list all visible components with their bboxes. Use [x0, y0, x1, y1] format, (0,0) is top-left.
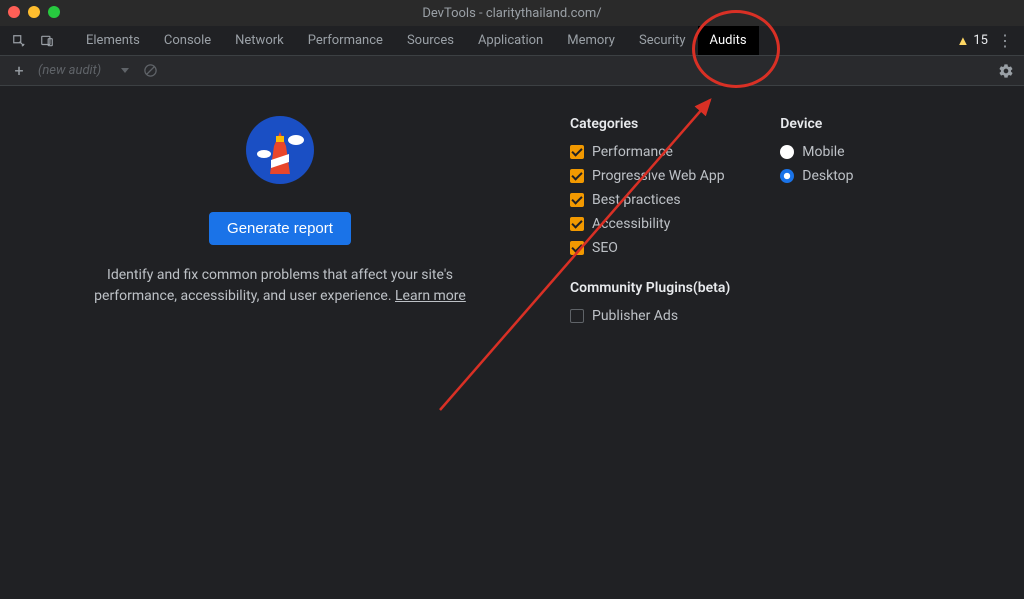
checkbox-icon [570, 193, 584, 207]
titlebar: DevTools - claritythailand.com/ [0, 0, 1024, 26]
tab-audits[interactable]: Audits [698, 26, 759, 55]
plugins-heading: Community Plugins(beta) [570, 280, 730, 296]
option-label: Publisher Ads [592, 308, 678, 324]
options-panel: Categories Performance Progressive Web A… [550, 106, 854, 579]
tab-security[interactable]: Security [627, 26, 698, 55]
new-audit-button[interactable]: + [10, 61, 28, 80]
chevron-down-icon [121, 68, 129, 73]
category-option-performance[interactable]: Performance [570, 144, 730, 160]
settings-gear-icon[interactable] [998, 63, 1014, 83]
desc-line-1: Identify and fix common problems that af… [107, 267, 453, 283]
more-menu-icon[interactable]: ⋮ [994, 30, 1016, 52]
learn-more-link[interactable]: Learn more [395, 288, 466, 304]
option-label: Performance [592, 144, 673, 160]
maximize-window-button[interactable] [48, 6, 60, 18]
generate-description: Identify and fix common problems that af… [94, 265, 466, 307]
category-option-seo[interactable]: SEO [570, 240, 730, 256]
window-controls [8, 6, 60, 18]
radio-icon [780, 145, 794, 159]
radio-icon [780, 169, 794, 183]
inspect-element-icon[interactable] [8, 30, 30, 52]
checkbox-icon [570, 217, 584, 231]
lighthouse-logo-icon [244, 114, 316, 186]
tab-application[interactable]: Application [466, 26, 555, 55]
option-label: Accessibility [592, 216, 670, 232]
warning-icon: ▲ [957, 33, 970, 49]
warnings-badge[interactable]: ▲ 15 [957, 33, 989, 49]
device-option-mobile[interactable]: Mobile [780, 144, 853, 160]
tab-console[interactable]: Console [152, 26, 223, 55]
checkbox-icon [570, 309, 584, 323]
device-option-desktop[interactable]: Desktop [780, 168, 853, 184]
window-title: DevTools - claritythailand.com/ [422, 6, 601, 21]
close-window-button[interactable] [8, 6, 20, 18]
device-column: Device Mobile Desktop [780, 116, 853, 579]
audits-toolbar: + (new audit) [0, 56, 1024, 86]
checkbox-icon [570, 169, 584, 183]
checkbox-icon [570, 145, 584, 159]
option-label: Best practices [592, 192, 681, 208]
generate-panel: Generate report Identify and fix common … [30, 106, 530, 579]
warnings-count: 15 [973, 33, 988, 48]
tab-performance[interactable]: Performance [296, 26, 395, 55]
option-label: Mobile [802, 144, 844, 160]
tab-elements[interactable]: Elements [74, 26, 152, 55]
category-option-best-practices[interactable]: Best practices [570, 192, 730, 208]
tabs-bar: Elements Console Network Performance Sou… [0, 26, 1024, 56]
devtools-tabs: Elements Console Network Performance Sou… [74, 26, 759, 55]
option-label: SEO [592, 240, 618, 256]
device-toggle-icon[interactable] [36, 30, 58, 52]
tab-network[interactable]: Network [223, 26, 296, 55]
category-option-accessibility[interactable]: Accessibility [570, 216, 730, 232]
categories-column: Categories Performance Progressive Web A… [570, 116, 730, 579]
desc-line-2: performance, accessibility, and user exp… [94, 288, 395, 304]
category-option-pwa[interactable]: Progressive Web App [570, 168, 730, 184]
tab-sources[interactable]: Sources [395, 26, 466, 55]
device-heading: Device [780, 116, 853, 132]
plugin-option-publisher-ads[interactable]: Publisher Ads [570, 308, 730, 324]
minimize-window-button[interactable] [28, 6, 40, 18]
generate-report-button[interactable]: Generate report [209, 212, 351, 245]
clear-icon[interactable] [139, 60, 161, 82]
audits-panel: Generate report Identify and fix common … [0, 86, 1024, 599]
option-label: Progressive Web App [592, 168, 725, 184]
checkbox-icon [570, 241, 584, 255]
option-label: Desktop [802, 168, 853, 184]
tab-memory[interactable]: Memory [555, 26, 627, 55]
categories-heading: Categories [570, 116, 730, 132]
